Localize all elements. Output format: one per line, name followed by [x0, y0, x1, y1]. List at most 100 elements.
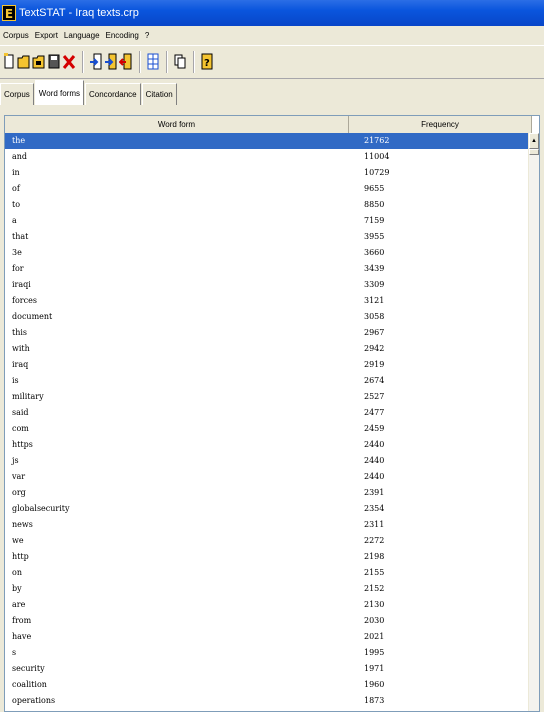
tab-corpus[interactable]: Corpus	[0, 83, 34, 105]
toolbar-separator	[82, 51, 84, 73]
word-form-cell: with	[12, 344, 30, 353]
table-row[interactable]: com 2459	[5, 421, 530, 437]
word-form-cell: and	[12, 152, 28, 161]
table-row[interactable]: of 9655	[5, 181, 530, 197]
title-bar[interactable]: E TextSTAT - Iraq texts.crp	[0, 0, 544, 26]
table-row[interactable]: on 2155	[5, 565, 530, 581]
frequency-cell: 1995	[364, 648, 385, 657]
word-form-cell: http	[12, 552, 29, 561]
frequency-cell: 7159	[364, 216, 385, 225]
frequency-cell: 2440	[364, 456, 385, 465]
scroll-thumb[interactable]	[529, 149, 539, 155]
table-row[interactable]: security 1971	[5, 661, 530, 677]
table-row[interactable]: 3e 3660	[5, 245, 530, 261]
word-form-cell: org	[12, 488, 26, 497]
tab-concordance[interactable]: Concordance	[85, 83, 141, 105]
column-header-word-form[interactable]: Word form	[5, 116, 349, 133]
frequency-cell: 3660	[364, 248, 385, 257]
table-row[interactable]: said 2477	[5, 405, 530, 421]
vertical-scrollbar[interactable]: ▲	[528, 133, 539, 711]
table-row[interactable]: news 2311	[5, 517, 530, 533]
column-header-frequency[interactable]: Frequency	[349, 116, 532, 133]
table-row[interactable]: by 2152	[5, 581, 530, 597]
menu-help[interactable]: ?	[145, 31, 149, 40]
table-row[interactable]: military 2527	[5, 389, 530, 405]
table-body: the 21762 and 11004 in 10729 of 9655 to 8850 a 7159…	[5, 133, 530, 709]
add-web-icon[interactable]	[104, 52, 118, 72]
word-form-cell: this	[12, 328, 28, 337]
table-row[interactable]: the 21762	[5, 133, 530, 149]
table-row[interactable]: forces 3121	[5, 293, 530, 309]
frequency-cell: 2155	[364, 568, 385, 577]
toolbar-separator	[166, 51, 168, 73]
table-row[interactable]: in 10729	[5, 165, 530, 181]
table-row[interactable]: that 3955	[5, 229, 530, 245]
menu-language[interactable]: Language	[64, 31, 100, 40]
table-row[interactable]: iraq 2919	[5, 357, 530, 373]
table-row[interactable]: for 3439	[5, 261, 530, 277]
toolbar-separator	[193, 51, 195, 73]
scroll-up-icon[interactable]: ▲	[529, 133, 539, 149]
table-row[interactable]: and 11004	[5, 149, 530, 165]
frequency-cell: 3439	[364, 264, 385, 273]
save-icon[interactable]	[47, 52, 61, 72]
copy-icon[interactable]	[173, 52, 187, 72]
tab-word-forms[interactable]: Word forms	[34, 80, 84, 105]
help-icon[interactable]: ?	[200, 52, 214, 72]
table-row[interactable]: document 3058	[5, 309, 530, 325]
open-recent-icon[interactable]	[32, 52, 46, 72]
frequency-cell: 2272	[364, 536, 385, 545]
toolbar-separator	[139, 51, 141, 73]
remove-file-icon[interactable]	[119, 52, 133, 72]
frequency-cell: 2021	[364, 632, 385, 641]
word-form-cell: on	[12, 568, 22, 577]
menu-encoding[interactable]: Encoding	[106, 31, 139, 40]
table-row[interactable]: operations 1873	[5, 693, 530, 709]
word-form-cell: js	[12, 456, 19, 465]
table-row[interactable]: a 7159	[5, 213, 530, 229]
table-row[interactable]: with 2942	[5, 341, 530, 357]
table-row[interactable]: iraqi 3309	[5, 277, 530, 293]
table-row[interactable]: are 2130	[5, 597, 530, 613]
table-row[interactable]: globalsecurity 2354	[5, 501, 530, 517]
table-row[interactable]: s 1995	[5, 645, 530, 661]
table-row[interactable]: var 2440	[5, 469, 530, 485]
word-form-cell: the	[12, 136, 26, 145]
table-row[interactable]: to 8850	[5, 197, 530, 213]
add-file-icon[interactable]	[89, 52, 103, 72]
frequency-cell: 2354	[364, 504, 385, 513]
table-row[interactable]: coalition 1960	[5, 677, 530, 693]
word-form-cell: we	[12, 536, 24, 545]
menu-corpus[interactable]: Corpus	[3, 31, 29, 40]
table-row[interactable]: we 2272	[5, 533, 530, 549]
tab-citation[interactable]: Citation	[141, 83, 177, 105]
table-row[interactable]: have 2021	[5, 629, 530, 645]
open-folder-icon[interactable]	[17, 52, 31, 72]
svg-text:?: ?	[204, 58, 210, 69]
word-form-cell: com	[12, 424, 29, 433]
menu-export[interactable]: Export	[35, 31, 58, 40]
table-row[interactable]: is 2674	[5, 373, 530, 389]
word-form-cell: for	[12, 264, 24, 273]
delete-icon[interactable]	[62, 52, 76, 72]
frequency-cell: 2942	[364, 344, 385, 353]
frequency-cell: 2440	[364, 472, 385, 481]
new-file-icon[interactable]	[2, 52, 16, 72]
word-form-cell: security	[12, 664, 45, 673]
textstat-app-icon[interactable]: E	[2, 5, 16, 21]
table-row[interactable]: from 2030	[5, 613, 530, 629]
table-row[interactable]: this 2967	[5, 325, 530, 341]
grid-icon[interactable]	[146, 52, 160, 72]
word-form-cell: are	[12, 600, 26, 609]
frequency-cell: 2152	[364, 584, 385, 593]
frequency-cell: 2919	[364, 360, 385, 369]
table-row[interactable]: http 2198	[5, 549, 530, 565]
frequency-cell: 11004	[364, 152, 390, 161]
frequency-cell: 2311	[364, 520, 385, 529]
table-row[interactable]: js 2440	[5, 453, 530, 469]
word-form-cell: from	[12, 616, 32, 625]
table-row[interactable]: org 2391	[5, 485, 530, 501]
word-form-cell: news	[12, 520, 33, 529]
table-row[interactable]: https 2440	[5, 437, 530, 453]
frequency-cell: 2674	[364, 376, 385, 385]
